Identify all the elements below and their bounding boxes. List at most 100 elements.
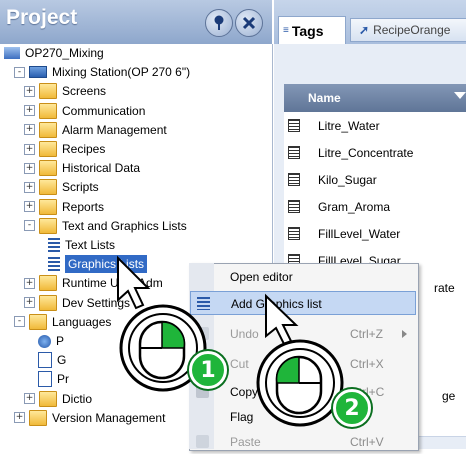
table-row[interactable]: Gram_Aroma [284, 193, 466, 221]
expand-icon[interactable]: + [24, 105, 35, 117]
menu-item-shortcut: Ctrl+Z [350, 327, 383, 341]
tree-item[interactable]: - Text and Graphics Lists [24, 217, 187, 235]
close-icon [242, 16, 256, 30]
tree-item-label: Text and Graphics Lists [62, 218, 187, 233]
tree-item[interactable]: + Reports [24, 198, 104, 216]
collapse-icon[interactable]: - [24, 220, 35, 232]
graphics-list-icon [48, 257, 60, 272]
folder-icon [39, 390, 57, 407]
menu-item-label: Paste [230, 435, 261, 449]
tree-item-label: P [56, 334, 65, 348]
expand-icon[interactable]: + [24, 201, 35, 213]
tree-item[interactable]: Graphics Lists [34, 255, 148, 274]
menu-item-add-graphics-list[interactable]: Add Graphics list [190, 291, 416, 315]
tree-item[interactable]: + Runtime User Adm [24, 274, 163, 292]
tree-item[interactable]: + Communication [24, 102, 145, 120]
tree-item-label: Reports [62, 199, 105, 214]
sort-arrow-icon [454, 92, 466, 99]
table-row[interactable]: Litre_Concentrate [284, 139, 466, 167]
tree-item[interactable]: OP270_Mixing [4, 44, 104, 62]
text-list-icon [48, 238, 60, 252]
close-panel-button[interactable] [235, 9, 263, 37]
tree-item-label: G [57, 353, 67, 368]
menu-item-label: Cut [230, 357, 249, 371]
tree-item[interactable]: + Screens [24, 82, 106, 100]
step-1-badge: 1 [189, 351, 227, 389]
tree-item[interactable]: + Alarm Management [24, 121, 167, 139]
expand-icon[interactable]: + [24, 181, 35, 193]
folder-icon [39, 160, 57, 177]
folder-icon [39, 198, 57, 215]
tab-tags[interactable]: ≡ Tags [278, 16, 346, 44]
tree-item-label: Alarm Management [62, 122, 167, 137]
tag-name: Litre_Water [318, 119, 380, 133]
expand-icon[interactable]: + [24, 393, 35, 405]
collapse-icon[interactable]: - [14, 66, 25, 78]
table-row[interactable]: Kilo_Sugar [284, 166, 466, 194]
expand-icon[interactable]: + [24, 277, 35, 289]
tree-item[interactable]: Text Lists [34, 236, 115, 254]
tree-item[interactable]: - Mixing Station(OP 270 6") [14, 63, 190, 81]
tree-item-label: Runtime User Adm [62, 276, 163, 291]
tags-icon: ≡ [283, 25, 289, 36]
tree-item[interactable]: + Dev Settings [24, 294, 130, 312]
tree-item[interactable]: Pr [24, 370, 69, 388]
tree-item[interactable]: + Historical Data [24, 159, 140, 177]
tree-item-label: OP270_Mixing [25, 46, 104, 60]
document-icon [38, 371, 52, 388]
tree-item-label: Graphics Lists [65, 255, 148, 274]
table-row[interactable]: FillLevel_Water [284, 220, 466, 248]
menu-item-undo[interactable]: Undo Ctrl+Z [190, 322, 416, 346]
tree-item[interactable]: + Version Management [14, 409, 165, 427]
expand-icon[interactable]: + [24, 143, 35, 155]
tag-name: FillLevel_Water [318, 227, 401, 241]
tree-item[interactable]: + Recipes [24, 140, 105, 158]
menu-item-copy[interactable]: Copy Ctrl+C [190, 380, 416, 404]
tree-item-label: Languages [52, 314, 112, 329]
menu-item-flag[interactable]: Flag [190, 405, 416, 429]
collapse-icon[interactable]: - [14, 316, 25, 328]
expand-icon[interactable]: + [14, 412, 25, 424]
name-column-label: Name [308, 91, 341, 105]
menu-item-open-editor[interactable]: Open editor [190, 265, 416, 289]
folder-icon [39, 141, 57, 157]
tree-item-label: Communication [62, 103, 146, 118]
menu-item-label: Flag [230, 410, 254, 424]
expand-icon[interactable]: + [24, 297, 35, 309]
tab-recipe-label: RecipeOrange [373, 23, 451, 37]
step-2-badge: 2 [333, 389, 371, 427]
tab-tags-label: Tags [291, 22, 324, 39]
tree-item[interactable]: - Languages [14, 313, 111, 331]
tree-item-label: Dev Settings [62, 295, 131, 310]
tree-item-label: Version Management [52, 410, 166, 425]
tag-icon [288, 227, 300, 240]
tree-item[interactable]: P [24, 332, 64, 350]
tree-item-label: Text Lists [65, 238, 116, 252]
folder-icon [39, 121, 57, 138]
folder-icon [39, 275, 57, 292]
tree-item[interactable]: + Scripts [24, 178, 99, 196]
menu-item-label: Add Graphics list [231, 297, 322, 311]
menu-item-paste[interactable]: Paste Ctrl+V [190, 430, 416, 454]
tag-icon [288, 146, 300, 159]
table-row[interactable]: Litre_Water [284, 112, 466, 140]
device-icon [29, 66, 47, 79]
tree-item-label: Recipes [62, 142, 106, 156]
tree-item-label: Screens [62, 84, 107, 99]
menu-item-label: Undo [230, 327, 259, 341]
expand-icon[interactable]: + [24, 85, 35, 97]
add-graphics-list-icon [197, 297, 210, 310]
pin-button[interactable] [205, 9, 233, 37]
paste-icon [196, 435, 209, 448]
tag-name: Kilo_Sugar [318, 173, 377, 187]
expand-icon[interactable]: + [24, 162, 35, 174]
pin-icon [214, 15, 224, 30]
submenu-arrow-icon [402, 330, 407, 338]
tree-item[interactable]: G [24, 351, 66, 369]
tag-icon [288, 173, 300, 186]
tree-item[interactable]: + Dictio [24, 390, 92, 408]
menu-item-shortcut: Ctrl+V [350, 435, 384, 449]
menu-item-label: Copy [230, 385, 259, 399]
tab-recipe-orange[interactable]: ➚ RecipeOrange [350, 18, 466, 42]
expand-icon[interactable]: + [24, 124, 35, 136]
